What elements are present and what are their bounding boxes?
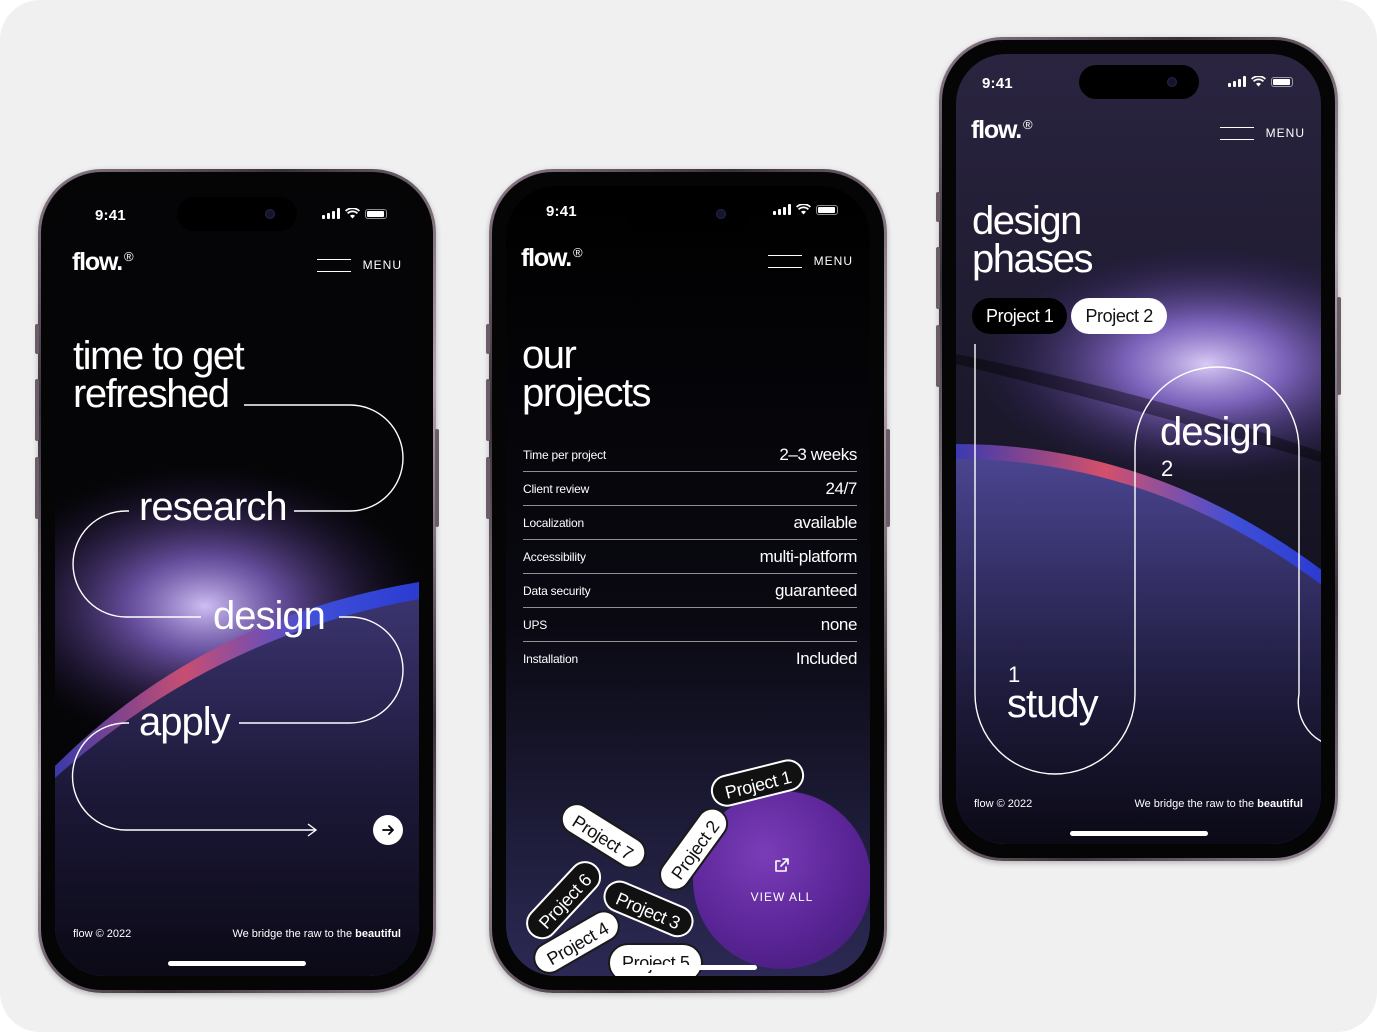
phone-projects: 9:41 flow. ® MENU our projects Time per p… xyxy=(486,169,890,993)
spec-label: Client review xyxy=(523,481,590,496)
phone-bezel: 9:41 flow. ® MENU design phases Project 1… xyxy=(942,40,1335,858)
phone-mute-switch xyxy=(486,324,490,354)
spec-label: Installation xyxy=(523,652,578,666)
arrow-right-icon xyxy=(382,825,394,835)
tagline-bold: beautiful xyxy=(355,928,401,940)
phone-bezel: 9:41 flow. ® MENU our projects Time per p… xyxy=(492,172,884,990)
phone-volume-up xyxy=(936,247,940,309)
phone-power-button xyxy=(1337,297,1341,395)
title-line-2: projects xyxy=(522,371,652,415)
spec-row: Installation Included xyxy=(523,642,857,676)
phone-volume-up xyxy=(35,379,39,441)
phase-1-label: study xyxy=(1007,682,1099,726)
spec-row: Accessibility multi-platform xyxy=(523,540,857,574)
showcase-canvas: 9:41 flow.® MENU time to get refreshed xyxy=(0,0,1377,1032)
home-indicator[interactable] xyxy=(1069,831,1208,836)
tagline-bold: beautiful xyxy=(1257,798,1303,810)
phone-power-button xyxy=(886,429,890,527)
footer-tagline: We bridge the raw to the beautiful xyxy=(232,928,401,940)
spec-value: Included xyxy=(795,649,857,668)
phone-phases: 9:41 flow. ® MENU design phases Project 1… xyxy=(936,37,1341,861)
step-research: research xyxy=(139,485,288,529)
home-screen: 9:41 flow.® MENU time to get refreshed xyxy=(55,186,419,976)
spec-label: UPS xyxy=(523,617,548,632)
spec-row: UPS none xyxy=(523,608,857,642)
project-tag-5[interactable]: Project 5 xyxy=(608,943,704,976)
phases-screen: 9:41 flow. ® MENU design phases Project 1… xyxy=(956,54,1321,844)
hamburger-icon xyxy=(767,254,802,268)
battery-icon xyxy=(816,204,838,215)
spec-label: Accessibility xyxy=(523,549,586,564)
spec-row: Data security guaranteed xyxy=(523,574,857,608)
phone-mute-switch xyxy=(936,192,940,222)
status-icons xyxy=(773,204,838,215)
home-indicator[interactable] xyxy=(619,965,757,970)
spec-value: none xyxy=(820,614,858,634)
spec-label: Localization xyxy=(523,515,584,530)
phase-2-label: design xyxy=(1160,410,1273,454)
spec-value: available xyxy=(793,512,857,532)
spec-row: Client review 24/7 xyxy=(523,472,857,506)
phone-volume-up xyxy=(486,379,490,441)
wifi-icon xyxy=(796,204,811,215)
spec-row: Time per project 2–3 weeks xyxy=(523,438,857,472)
menu-button[interactable]: MENU xyxy=(767,254,853,268)
spec-label: Time per project xyxy=(523,447,607,462)
step-design: design xyxy=(213,594,326,638)
tagline-text: We bridge the raw to the xyxy=(1134,798,1258,810)
next-button[interactable] xyxy=(373,815,403,845)
external-link-icon xyxy=(775,858,789,872)
projects-title: our projects xyxy=(522,333,652,415)
tagline-text: We bridge the raw to the xyxy=(232,928,356,940)
phone-power-button xyxy=(435,429,439,527)
brand-name: flow. xyxy=(521,244,572,272)
spec-value: 24/7 xyxy=(825,478,858,498)
phone-mute-switch xyxy=(35,324,39,354)
projects-screen: 9:41 flow. ® MENU our projects Time per p… xyxy=(506,186,870,976)
phase-2-capsule-tail xyxy=(1297,693,1321,742)
step-apply: apply xyxy=(139,700,231,744)
title-line-1: our xyxy=(522,333,577,377)
menu-label: MENU xyxy=(813,254,853,268)
phone-volume-down xyxy=(35,457,39,519)
phone-volume-down xyxy=(486,457,490,519)
footer-copyright: flow © 2022 xyxy=(73,928,132,940)
spec-row: Localization available xyxy=(523,506,857,540)
view-all-label: VIEW ALL xyxy=(750,890,814,904)
footer-copyright: flow © 2022 xyxy=(974,798,1033,810)
dynamic-island xyxy=(628,197,748,231)
phone-volume-down xyxy=(936,325,940,387)
spec-value: 2–3 weeks xyxy=(779,444,857,464)
registered-mark: ® xyxy=(573,244,583,260)
project-specs-table: Time per project 2–3 weeks Client review 2… xyxy=(523,438,857,676)
home-indicator[interactable] xyxy=(168,961,306,966)
spec-value: guaranteed xyxy=(774,580,857,600)
camera-lens xyxy=(716,209,726,219)
signal-icon xyxy=(773,204,791,215)
phone-home: 9:41 flow.® MENU time to get refreshed xyxy=(35,169,439,993)
footer-tagline: We bridge the raw to the beautiful xyxy=(1134,798,1303,810)
phase-2-number: 2 xyxy=(1161,456,1174,481)
flow-path-line xyxy=(71,404,404,837)
status-time: 9:41 xyxy=(546,203,577,220)
brand-logo[interactable]: flow. ® xyxy=(521,244,583,273)
spec-value: multi-platform xyxy=(759,546,858,566)
phone-bezel: 9:41 flow.® MENU time to get refreshed xyxy=(41,172,433,990)
spec-label: Data security xyxy=(523,583,591,598)
